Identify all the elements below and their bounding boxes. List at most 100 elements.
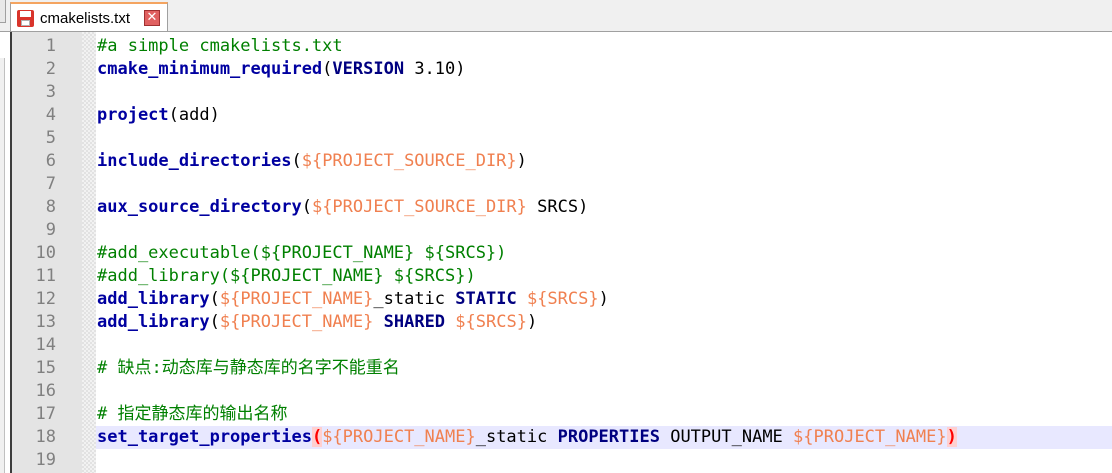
line-number: 12: [35, 289, 56, 309]
variable-reference: ${SRCS}: [526, 289, 599, 309]
code-line[interactable]: 15 # 缺点:动态库与静态库的名字不能重名: [12, 357, 1112, 380]
line-number: 1: [45, 36, 56, 56]
code-text: set_target_properties(${PROJECT_NAME}_st…: [97, 426, 957, 449]
code-line[interactable]: 11 #add_library(${PROJECT_NAME} ${SRCS}): [12, 265, 1112, 288]
tab-bar-scroll-edge: [0, 0, 6, 23]
variable-reference: ${PROJECT_SOURCE_DIR}: [311, 197, 527, 217]
comment-text: # 缺点:动态库与静态库的名字不能重名: [97, 358, 400, 378]
open-paren: (: [291, 151, 302, 171]
line-number: 4: [45, 105, 56, 125]
unsaved-file-icon: [17, 10, 34, 27]
comment-text: #add_executable(${PROJECT_NAME} ${SRCS}): [97, 243, 507, 263]
open-paren: (: [311, 427, 323, 447]
code-line[interactable]: 17 # 指定静态库的输出名称: [12, 403, 1112, 426]
plain-text: _static: [475, 427, 558, 447]
code-text: add_library(${PROJECT_NAME} SHARED ${SRC…: [97, 311, 537, 334]
variable-reference: ${PROJECT_NAME}: [322, 427, 476, 447]
code-line[interactable]: 6 include_directories(${PROJECT_SOURCE_DI…: [12, 150, 1112, 173]
plain-text: 3.10): [404, 59, 466, 79]
parameter-keyword: STATIC: [455, 289, 517, 309]
comment-text: #a simple cmakelists.txt: [97, 36, 343, 56]
plain-text: [445, 312, 455, 332]
command-keyword: add_library: [97, 289, 210, 309]
command-keyword: cmake_minimum_required: [97, 59, 323, 79]
variable-reference: ${PROJECT_SOURCE_DIR}: [301, 151, 517, 171]
code-line[interactable]: 18 set_target_properties(${PROJECT_NAME}_…: [12, 426, 1112, 449]
code-line[interactable]: 3: [12, 81, 1112, 104]
command-keyword: aux_source_directory: [97, 197, 302, 217]
code-text: # 缺点:动态库与静态库的名字不能重名: [97, 357, 400, 380]
tab-cmakelists[interactable]: cmakelists.txt ✕: [10, 2, 168, 31]
command-keyword: project: [97, 105, 169, 125]
code-text: #add_executable(${PROJECT_NAME} ${SRCS}): [97, 242, 506, 265]
plain-text: [373, 312, 383, 332]
variable-reference: ${PROJECT_NAME}: [219, 289, 374, 309]
code-editor[interactable]: 1 #a simple cmakelists.txt 2 cmake_minimum_…: [10, 32, 1112, 473]
line-number: 5: [45, 128, 56, 148]
line-number: 2: [45, 59, 56, 79]
code-line[interactable]: 13 add_library(${PROJECT_NAME} SHARED ${S…: [12, 311, 1112, 334]
open-paren: (: [209, 289, 220, 309]
code-line[interactable]: 1 #a simple cmakelists.txt: [12, 35, 1112, 58]
line-number: 19: [35, 450, 56, 470]
tab-label: cmakelists.txt: [40, 10, 131, 27]
left-panel-edge: [0, 58, 5, 473]
command-keyword: set_target_properties: [97, 427, 312, 447]
plain-text: [517, 289, 527, 309]
code-text: # 指定静态库的输出名称: [97, 403, 287, 426]
variable-reference: ${PROJECT_NAME}: [793, 427, 947, 447]
line-number: 8: [45, 197, 56, 217]
parameter-keyword: VERSION: [332, 59, 405, 79]
code-text: #add_library(${PROJECT_NAME} ${SRCS}): [97, 265, 476, 288]
line-number: 17: [35, 404, 56, 424]
open-paren: (: [209, 312, 220, 332]
line-number: 15: [35, 358, 56, 378]
plain-text: ): [598, 289, 609, 309]
plain-text: OUTPUT_NAME: [659, 427, 794, 447]
plain-text: ): [516, 151, 527, 171]
line-number: 16: [35, 381, 56, 401]
code-line[interactable]: 9: [12, 219, 1112, 242]
code-text: aux_source_directory(${PROJECT_SOURCE_DI…: [97, 196, 588, 219]
parameter-keyword: SHARED: [383, 312, 446, 332]
variable-reference: ${SRCS}: [455, 312, 527, 332]
comment-text: # 指定静态库的输出名称: [97, 404, 288, 424]
line-number: 14: [35, 335, 56, 355]
code-text: include_directories(${PROJECT_SOURCE_DIR…: [97, 150, 527, 173]
code-text: #a simple cmakelists.txt: [97, 35, 343, 58]
plain-text: _static: [373, 289, 456, 309]
code-line[interactable]: 7: [12, 173, 1112, 196]
code-text: project(add): [97, 104, 220, 127]
open-paren: (: [322, 59, 333, 79]
line-number: 18: [35, 427, 56, 447]
line-number: 11: [35, 266, 56, 286]
code-text: add_library(${PROJECT_NAME}_static STATI…: [97, 288, 609, 311]
command-keyword: add_library: [97, 312, 210, 332]
plain-text: ): [946, 427, 957, 447]
plain-text: SRCS): [526, 197, 589, 217]
plain-text: (add): [168, 105, 220, 125]
code-line[interactable]: 8 aux_source_directory(${PROJECT_SOURCE_D…: [12, 196, 1112, 219]
tab-bar: cmakelists.txt ✕: [0, 0, 1112, 32]
code-line[interactable]: 16: [12, 380, 1112, 403]
line-number: 6: [45, 151, 56, 171]
code-line[interactable]: 19: [12, 449, 1112, 472]
code-line[interactable]: 14: [12, 334, 1112, 357]
plain-text: ): [526, 312, 538, 332]
code-text: cmake_minimum_required(VERSION 3.10): [97, 58, 466, 81]
code-line[interactable]: 2 cmake_minimum_required(VERSION 3.10): [12, 58, 1112, 81]
command-keyword: include_directories: [97, 151, 292, 171]
comment-text: #add_library(${PROJECT_NAME} ${SRCS}): [97, 266, 476, 286]
parameter-keyword: PROPERTIES: [557, 427, 660, 447]
open-paren: (: [301, 197, 312, 217]
code-line[interactable]: 4 project(add): [12, 104, 1112, 127]
code-line[interactable]: 5: [12, 127, 1112, 150]
code-line[interactable]: 10 #add_executable(${PROJECT_NAME} ${SRCS…: [12, 242, 1112, 265]
close-tab-icon[interactable]: ✕: [144, 10, 160, 26]
line-number: 13: [35, 312, 56, 332]
code-line[interactable]: 12 add_library(${PROJECT_NAME}_static STA…: [12, 288, 1112, 311]
line-number: 10: [35, 243, 56, 263]
line-number: 9: [45, 220, 56, 240]
variable-reference: ${PROJECT_NAME}: [219, 312, 374, 332]
line-number: 3: [45, 82, 56, 102]
